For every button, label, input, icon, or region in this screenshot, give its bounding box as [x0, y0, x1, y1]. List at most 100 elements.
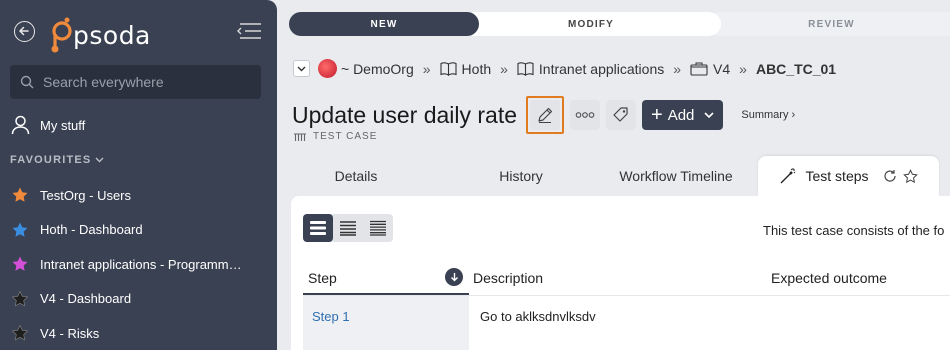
step-description: Go to aklksdnvlksdv — [480, 309, 596, 324]
breadcrumb-project-label: V4 — [713, 60, 731, 77]
list-dense-icon — [370, 220, 386, 236]
sort-descending-icon[interactable] — [445, 268, 463, 286]
tab-details[interactable]: Details — [291, 156, 421, 196]
more-options-button[interactable] — [570, 100, 601, 130]
magic-wand-icon — [781, 168, 796, 184]
favourite-label: V4 - Dashboard — [40, 291, 132, 307]
tag-icon — [613, 107, 628, 122]
arrow-left-icon — [18, 26, 29, 36]
breadcrumb-separator: » — [422, 60, 431, 77]
user-icon — [11, 115, 30, 135]
tab-bar: Details History Workflow Timeline Test s… — [291, 156, 950, 196]
view-comfortable-button[interactable] — [303, 214, 333, 242]
breadcrumb-org[interactable]: ~ DemoOrg — [318, 59, 414, 78]
workflow-stage-new[interactable]: NEW — [289, 12, 479, 36]
org-avatar — [318, 59, 337, 78]
breadcrumb-separator: » — [500, 60, 508, 77]
tag-button[interactable] — [606, 100, 637, 130]
main-content: NEW MODIFY REVIEW ~ DemoOrg » Hoth » Int… — [277, 0, 950, 350]
my-stuff-label: My stuff — [40, 117, 86, 133]
item-type: TEST CASE — [293, 131, 377, 142]
favourite-label: Hoth - Dashboard — [40, 222, 143, 238]
book-icon — [439, 62, 457, 76]
refresh-icon[interactable] — [883, 169, 897, 183]
book-icon — [517, 62, 534, 76]
tab-label: Details — [334, 168, 378, 184]
item-type-label: TEST CASE — [313, 131, 378, 142]
title-row: Update user daily rate + Add Summary › — [292, 96, 795, 134]
search-input[interactable] — [43, 74, 253, 90]
chevron-down-icon — [704, 112, 714, 118]
plus-icon: + — [651, 104, 663, 126]
star-outline-icon[interactable] — [902, 168, 918, 184]
page-title: Update user daily rate — [292, 101, 518, 128]
column-header-expected-outcome[interactable]: Expected outcome — [771, 260, 887, 295]
tab-label: History — [499, 168, 543, 184]
test-case-icon — [294, 132, 306, 141]
favourite-item[interactable]: TestOrg - Users — [11, 178, 266, 213]
breadcrumb-separator: » — [739, 60, 747, 77]
tab-label: Test steps — [805, 168, 869, 184]
add-button[interactable]: + Add — [642, 100, 724, 130]
favourites-label: FAVOURITES — [10, 154, 92, 166]
breadcrumb-portfolio[interactable]: Hoth — [439, 60, 492, 77]
list-icon — [310, 221, 326, 235]
breadcrumb-current: ABC_TC_01 — [755, 60, 837, 77]
favourites-list: TestOrg - Users Hoth - Dashboard Intrane… — [11, 178, 266, 350]
breadcrumb-org-label: ~ DemoOrg — [341, 60, 414, 77]
table-header: Step Description Expected outcome — [303, 260, 950, 295]
breadcrumb-programme[interactable]: Intranet applications — [517, 61, 664, 77]
tab-history[interactable]: History — [456, 156, 586, 196]
breadcrumb-project[interactable]: V4 — [690, 61, 730, 77]
table-row — [303, 337, 469, 350]
sidebar: psoda My stuff FAVOURITES TestOrg - User… — [0, 0, 277, 350]
list-compact-icon — [340, 221, 356, 236]
psoda-logo[interactable]: psoda — [50, 16, 151, 54]
step-link[interactable]: Step 1 — [303, 296, 469, 337]
favourites-header[interactable]: FAVOURITES — [10, 154, 104, 166]
chevron-down-icon — [297, 66, 306, 71]
breadcrumb-separator: » — [673, 60, 682, 77]
star-icon — [12, 256, 28, 272]
tab-workflow-timeline[interactable]: Workflow Timeline — [601, 156, 751, 196]
summary-link[interactable]: Summary › — [741, 109, 795, 121]
favourite-item[interactable]: Hoth - Dashboard — [11, 213, 266, 248]
chevron-down-icon — [95, 157, 104, 163]
search-icon — [20, 75, 34, 89]
back-button[interactable] — [14, 21, 35, 42]
star-icon — [11, 325, 29, 341]
favourite-label: TestOrg - Users — [40, 187, 132, 203]
star-icon — [12, 187, 28, 203]
edit-button[interactable] — [526, 96, 565, 134]
breadcrumb-portfolio-label: Hoth — [461, 60, 492, 77]
tab-test-steps[interactable]: Test steps — [758, 156, 939, 196]
logo-text: psoda — [73, 20, 151, 50]
view-dense-button[interactable] — [363, 214, 393, 242]
add-label: Add — [667, 106, 695, 124]
search-box[interactable] — [10, 65, 261, 99]
favourite-label: Intranet applications - Programme… — [40, 256, 245, 272]
collapse-menu-icon[interactable] — [236, 21, 262, 41]
column-header-step[interactable]: Step — [308, 260, 337, 295]
tab-label: Workflow Timeline — [619, 168, 733, 184]
star-icon — [11, 290, 29, 307]
breadcrumb-expand-button[interactable] — [293, 60, 310, 77]
psoda-logo-mark — [51, 17, 72, 53]
breadcrumb: ~ DemoOrg » Hoth » Intranet applications… — [293, 59, 836, 78]
view-density-toggle — [303, 214, 393, 242]
star-icon — [12, 222, 28, 237]
folder-icon — [690, 62, 708, 76]
table-row[interactable]: Step 1 Go to aklksdnvlksdv — [303, 295, 950, 337]
favourite-item[interactable]: Intranet applications - Programme… — [11, 247, 266, 282]
more-horizontal-icon — [575, 112, 595, 118]
column-header-description[interactable]: Description — [473, 260, 543, 295]
favourite-item[interactable]: V4 - Risks — [11, 316, 266, 350]
workflow-stage-review[interactable]: REVIEW — [704, 12, 950, 36]
favourite-item[interactable]: V4 - Dashboard — [11, 282, 266, 317]
test-case-summary-text: This test case consists of the fo — [763, 223, 945, 238]
my-stuff-link[interactable]: My stuff — [11, 115, 85, 135]
workflow-stage-modify[interactable]: MODIFY — [461, 12, 721, 36]
test-steps-panel: This test case consists of the fo Step D… — [291, 196, 950, 350]
breadcrumb-programme-label: Intranet applications — [538, 60, 665, 77]
view-compact-button[interactable] — [333, 214, 363, 242]
